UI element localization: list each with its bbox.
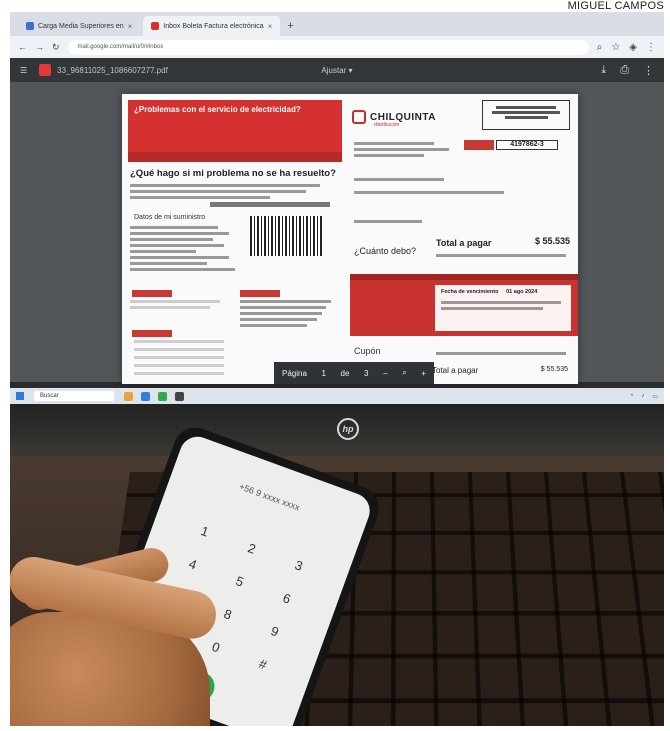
zoom-in-button[interactable]: + xyxy=(421,369,426,378)
hand xyxy=(10,544,290,726)
file-explorer-icon[interactable] xyxy=(124,391,133,401)
section-tag xyxy=(132,330,172,337)
forward-icon[interactable]: → xyxy=(35,42,44,52)
reload-icon[interactable]: ↻ xyxy=(52,42,60,53)
volume-icon[interactable]: ♪ xyxy=(641,393,644,399)
section-tag xyxy=(132,290,172,297)
fit-dropdown[interactable]: Ajustar ▾ xyxy=(321,66,352,75)
coupon-total-value: $ 55.535 xyxy=(540,366,568,373)
tab-label: Inbox Boleta Factura electrónica xyxy=(163,22,264,30)
bill-right-column: CHILQUINTA distribución 4197862-3 ¿Cuánt… xyxy=(346,94,578,384)
help-text-lines xyxy=(130,184,330,210)
notice-lines xyxy=(240,300,336,330)
clock[interactable]: ▭ xyxy=(652,393,658,400)
browser-tab-bar: Carga Media Superiores en × Inbox Boleta… xyxy=(10,12,664,36)
client-number: 4197862-3 xyxy=(496,140,558,150)
laptop-screen: Carga Media Superiores en × Inbox Boleta… xyxy=(10,12,664,404)
client-label-box xyxy=(464,140,494,150)
start-icon[interactable] xyxy=(16,392,24,400)
payment-options-lines xyxy=(130,300,230,312)
address-bar-row: ← → ↻ mail.google.com/mail/u/0/#inbox ⌕ … xyxy=(10,36,664,58)
page-label: Página xyxy=(282,368,307,378)
download-icon[interactable]: ⤓ xyxy=(601,64,606,77)
company-logo-icon xyxy=(352,110,366,124)
hamburger-icon[interactable]: ☰ xyxy=(20,66,27,75)
new-tab-icon[interactable]: + xyxy=(287,20,293,32)
back-icon[interactable]: ← xyxy=(18,42,27,52)
help-question: ¿Qué hago si mi problema no se ha resuel… xyxy=(130,168,336,179)
due-date-value: 01 ago 2024 xyxy=(506,289,538,295)
extensions-icon[interactable]: ◈ xyxy=(629,42,637,53)
url-field[interactable]: mail.google.com/mail/u/0/#inbox xyxy=(67,39,589,55)
coupon-lines xyxy=(436,352,566,358)
taskbar-apps xyxy=(124,391,184,401)
invoice-box xyxy=(482,100,570,130)
coupon-label: Cupón xyxy=(354,346,381,356)
pdf-toolbar: ☰ 33_96811025_1086607277.pdf Ajustar ▾ ⤓… xyxy=(10,58,664,82)
address-lines xyxy=(354,142,454,160)
payment-logos xyxy=(134,340,224,380)
customer-lines xyxy=(354,178,504,226)
due-date-lines xyxy=(441,301,561,313)
tab-label: Carga Media Superiores en xyxy=(38,22,124,30)
zoom-icon: ⌕ xyxy=(402,368,407,377)
due-date-panel: Fecha de vencimiento 01 ago 2024 xyxy=(350,280,578,336)
total-value: $ 55.535 xyxy=(534,236,570,246)
help-banner-text xyxy=(134,116,255,122)
store-icon[interactable] xyxy=(175,391,184,401)
browser-tab[interactable]: Carga Media Superiores en × xyxy=(18,16,140,36)
print-icon[interactable]: ⎙ xyxy=(620,64,629,77)
taskbar-search[interactable]: Buscar xyxy=(34,391,114,401)
browser-tab-active[interactable]: Inbox Boleta Factura electrónica × xyxy=(143,16,281,36)
due-date-card: Fecha de vencimiento 01 ago 2024 xyxy=(434,284,572,332)
barcode xyxy=(250,216,322,256)
edge-icon[interactable] xyxy=(141,391,150,401)
page-total: 3 xyxy=(363,368,369,378)
hp-logo: hp xyxy=(337,418,359,440)
gmail-icon xyxy=(151,22,160,30)
section-tag xyxy=(240,290,280,297)
zoom-out-button[interactable]: − xyxy=(383,369,388,378)
total-detail-line xyxy=(436,254,566,260)
bill-left-column: ¿Problemas con el servicio de electricid… xyxy=(122,94,342,384)
chrome-icon[interactable] xyxy=(158,391,167,401)
star-icon[interactable]: ☆ xyxy=(611,42,620,53)
company-brand: CHILQUINTA distribución xyxy=(352,110,436,128)
supply-data-lines xyxy=(130,226,240,274)
coupon-total-label: Total a pagar xyxy=(432,366,479,375)
total-label: Total a pagar xyxy=(436,238,492,248)
reminder-text xyxy=(356,290,426,299)
company-name: CHILQUINTA xyxy=(370,111,436,123)
zoom-icon[interactable]: ⌕ xyxy=(597,42,603,53)
dial-key[interactable]: 1 xyxy=(179,516,231,547)
supply-data-title: Datos de mi suministro xyxy=(134,214,206,221)
help-banner-title: ¿Problemas con el servicio de electricid… xyxy=(134,105,301,114)
help-banner: ¿Problemas con el servicio de electricid… xyxy=(128,100,342,152)
page-navigator: Página 1 de 3 − ⌕ + xyxy=(274,362,434,384)
page-sep: de xyxy=(340,368,350,378)
windows-taskbar: Buscar ◔ ♪ ▭ xyxy=(10,388,664,404)
tab-favicon-icon xyxy=(26,22,34,30)
electricity-bill-page: ¿Problemas con el servicio de electricid… xyxy=(122,94,578,384)
due-date-label: Fecha de vencimiento xyxy=(441,289,499,295)
help-banner-links xyxy=(128,152,342,162)
system-tray: ◔ ♪ ▭ xyxy=(630,393,658,400)
how-much-label: ¿Cuánto debo? xyxy=(354,246,417,256)
pdf-file-name: 33_96811025_1086607277.pdf xyxy=(57,65,168,75)
photo: Carga Media Superiores en × Inbox Boleta… xyxy=(10,12,664,726)
wifi-icon[interactable]: ◔ xyxy=(630,393,634,399)
menu-icon[interactable]: ⋮ xyxy=(646,42,656,53)
company-sub: distribución xyxy=(374,122,400,128)
pdf-file-icon xyxy=(39,64,52,76)
photo-credit: MIGUEL CAMPOS xyxy=(567,0,664,12)
close-icon[interactable]: × xyxy=(128,22,133,31)
page-current-input[interactable]: 1 xyxy=(321,369,325,378)
pdf-viewer: ¿Problemas con el servicio de electricid… xyxy=(10,82,664,384)
close-icon[interactable]: × xyxy=(268,22,273,31)
more-icon[interactable]: ⋮ xyxy=(643,64,654,77)
